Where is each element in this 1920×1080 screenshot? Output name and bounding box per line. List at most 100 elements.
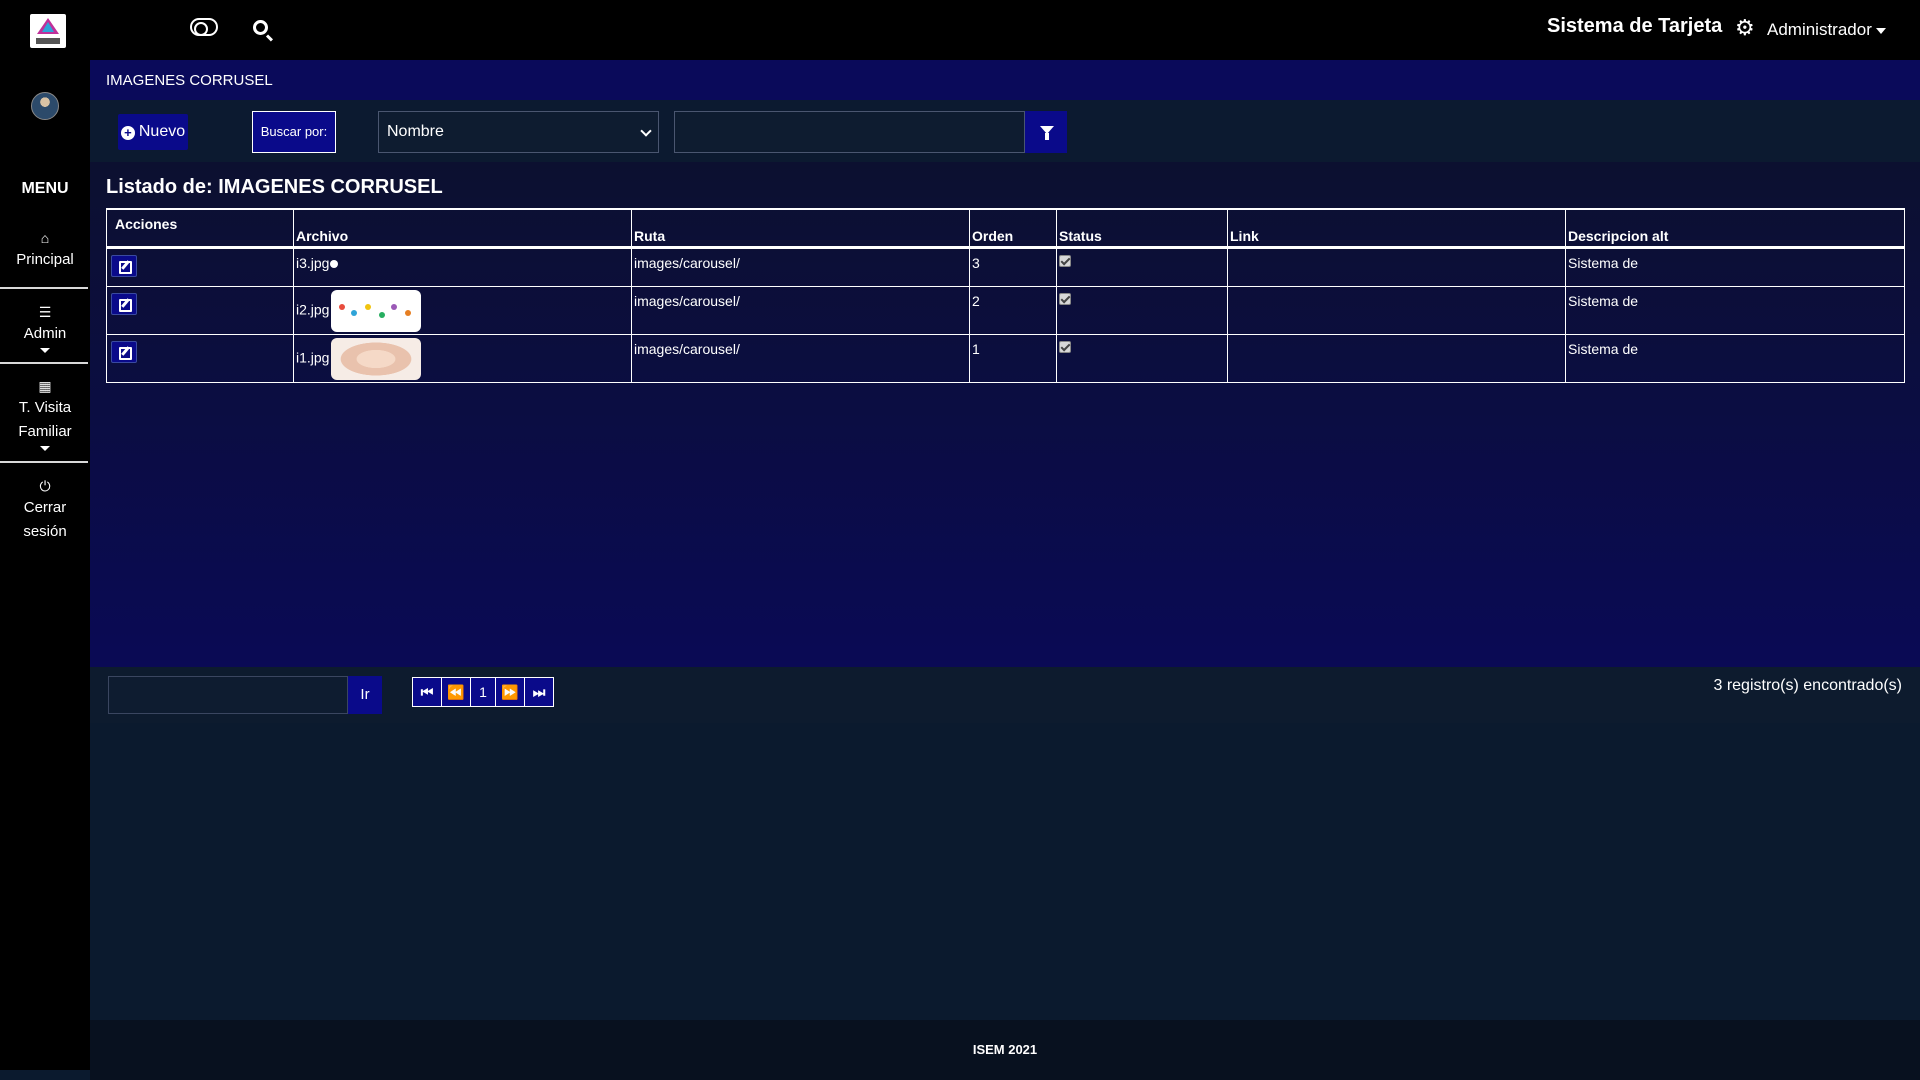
orden-cell: 2 xyxy=(969,285,1057,335)
app-logo[interactable] xyxy=(30,14,66,48)
edit-icon[interactable] xyxy=(111,292,137,315)
descripcion-cell: Sistema de xyxy=(1565,333,1905,383)
descripcion-cell: Sistema de xyxy=(1565,285,1905,335)
toolbar: + Nuevo Buscar por: Nombre xyxy=(90,100,1920,162)
sidebar-item-label: Principal xyxy=(16,251,74,268)
archivo-cell: i1.jpg xyxy=(293,333,632,383)
sidebar-item-principal[interactable]: ⌂ Principal xyxy=(0,230,90,272)
ruta-cell: images/carousel/ xyxy=(631,333,970,383)
sidebar-item-admin[interactable]: ☰ Admin xyxy=(0,304,90,353)
caret-down-icon xyxy=(1875,27,1886,34)
status-checkbox xyxy=(1059,254,1071,267)
link-cell xyxy=(1227,333,1566,383)
column-header-link[interactable]: Link xyxy=(1227,208,1566,249)
sidebar: MENU ⌂ Principal ☰ Admin ▦ T. Visita Fam… xyxy=(0,0,90,1070)
chevron-down-icon xyxy=(640,125,652,137)
archivo-text: i3.jpg xyxy=(296,254,330,271)
system-title: Sistema de Tarjeta xyxy=(1547,15,1723,37)
filter-icon xyxy=(1040,126,1054,140)
sidebar-divider xyxy=(0,287,88,289)
pagination: ⏮ ⏪ 1 ⏩ ⏭ xyxy=(412,677,554,707)
archivo-text: i2.jpg xyxy=(296,301,330,318)
ruta-cell: images/carousel/ xyxy=(631,285,970,335)
sidebar-item-label: Admin xyxy=(23,325,67,342)
archivo-cell: i2.jpg xyxy=(293,285,632,335)
user-avatar[interactable] xyxy=(31,92,59,120)
column-header-descripcion-alt[interactable]: Descripcion alt xyxy=(1565,208,1905,249)
search-input[interactable] xyxy=(674,111,1025,153)
orden-cell: 1 xyxy=(969,333,1057,383)
column-header-archivo[interactable]: Archivo xyxy=(293,208,632,249)
footer-text: ISEM 2021 xyxy=(972,1042,1038,1057)
user-menu-label: Administrador xyxy=(1767,20,1872,39)
home-icon: ⌂ xyxy=(40,230,50,246)
caret-down-icon xyxy=(40,446,50,451)
page-number[interactable]: 1 xyxy=(470,677,496,707)
footer: ISEM 2021 xyxy=(90,1020,1920,1080)
status-cell xyxy=(1056,285,1228,335)
table-row: i1.jpg images/carousel/ 1 Sistema de xyxy=(106,333,1905,383)
gear-icon[interactable]: ⚙ xyxy=(1735,17,1755,39)
top-bar: Sistema de Tarjeta ⚙ Administrador xyxy=(90,0,1920,60)
image-thumbnail xyxy=(331,289,422,332)
status-cell xyxy=(1056,246,1228,287)
column-header-acciones: Acciones xyxy=(106,208,294,249)
image-thumbnail xyxy=(330,259,339,268)
status-cell xyxy=(1056,333,1228,383)
actions-cell xyxy=(106,333,294,383)
toggle-sidebar-icon[interactable] xyxy=(190,18,218,36)
previous-page-icon[interactable]: ⏪ xyxy=(441,677,471,707)
sidebar-item-visita-familiar[interactable]: ▦ T. Visita Familiar xyxy=(0,378,90,451)
sidebar-item-label: T. Visita Familiar xyxy=(18,399,72,440)
column-header-status[interactable]: Status xyxy=(1056,208,1228,249)
go-button[interactable]: Ir xyxy=(348,676,382,714)
breadcrumb-bar: IMAGENES CORRUSEL xyxy=(90,60,1920,100)
sidebar-item-label: Cerrar sesión xyxy=(23,499,67,540)
table-row: i3.jpg images/carousel/ 3 Sistema de xyxy=(106,246,1905,287)
images-table: Acciones Archivo Ruta Orden Status Link … xyxy=(106,208,1905,383)
menu-title: MENU xyxy=(21,180,69,197)
status-checkbox xyxy=(1059,340,1071,353)
column-header-ruta[interactable]: Ruta xyxy=(631,208,970,249)
actions-cell xyxy=(106,285,294,335)
filter-button[interactable] xyxy=(1025,111,1067,153)
actions-cell xyxy=(106,246,294,287)
table-icon: ▦ xyxy=(38,378,52,394)
orden-cell: 3 xyxy=(969,246,1057,287)
sidebar-divider xyxy=(0,461,88,463)
search-field-select[interactable]: Nombre xyxy=(378,111,659,153)
search-by-button[interactable]: Buscar por: xyxy=(252,111,336,153)
column-header-orden[interactable]: Orden xyxy=(969,208,1057,249)
new-button-label: Nuevo xyxy=(138,123,186,140)
ruta-cell: images/carousel/ xyxy=(631,246,970,287)
table-header-row: Acciones Archivo Ruta Orden Status Link … xyxy=(106,208,1905,249)
image-thumbnail xyxy=(331,337,422,380)
next-page-icon[interactable]: ⏩ xyxy=(495,677,525,707)
edit-icon[interactable] xyxy=(111,340,137,363)
link-cell xyxy=(1227,285,1566,335)
search-field-selected: Nombre xyxy=(387,123,444,140)
new-button[interactable]: + Nuevo xyxy=(118,114,188,150)
edit-icon[interactable] xyxy=(111,254,137,277)
breadcrumb: IMAGENES CORRUSEL xyxy=(106,72,273,89)
archivo-text: i1.jpg xyxy=(296,349,330,366)
first-page-icon[interactable]: ⏮ xyxy=(412,677,442,707)
record-count: 3 registro(s) encontrado(s) xyxy=(1713,677,1902,694)
caret-down-icon xyxy=(40,348,50,353)
link-cell xyxy=(1227,246,1566,287)
user-menu[interactable]: Administrador xyxy=(1767,20,1886,40)
power-icon: ⏻ xyxy=(39,478,51,494)
last-page-icon[interactable]: ⏭ xyxy=(524,677,554,707)
search-icon[interactable] xyxy=(253,20,268,35)
pager-bar: Ir ⏮ ⏪ 1 ⏩ ⏭ 3 registro(s) encontrado(s) xyxy=(90,667,1920,723)
archivo-cell: i3.jpg xyxy=(293,246,632,287)
sidebar-item-cerrar-sesion[interactable]: ⏻ Cerrar sesión xyxy=(0,478,90,544)
list-title: Listado de: IMAGENES CORRUSEL xyxy=(106,176,443,198)
goto-page-input[interactable] xyxy=(108,676,348,714)
table-row: i2.jpg images/carousel/ 2 Sistema de xyxy=(106,285,1905,335)
plus-circle-icon: + xyxy=(120,126,135,140)
main-panel: Listado de: IMAGENES CORRUSEL Acciones A… xyxy=(90,162,1920,667)
bars-icon: ☰ xyxy=(38,304,52,320)
sidebar-divider xyxy=(0,362,88,364)
status-checkbox xyxy=(1059,292,1071,305)
